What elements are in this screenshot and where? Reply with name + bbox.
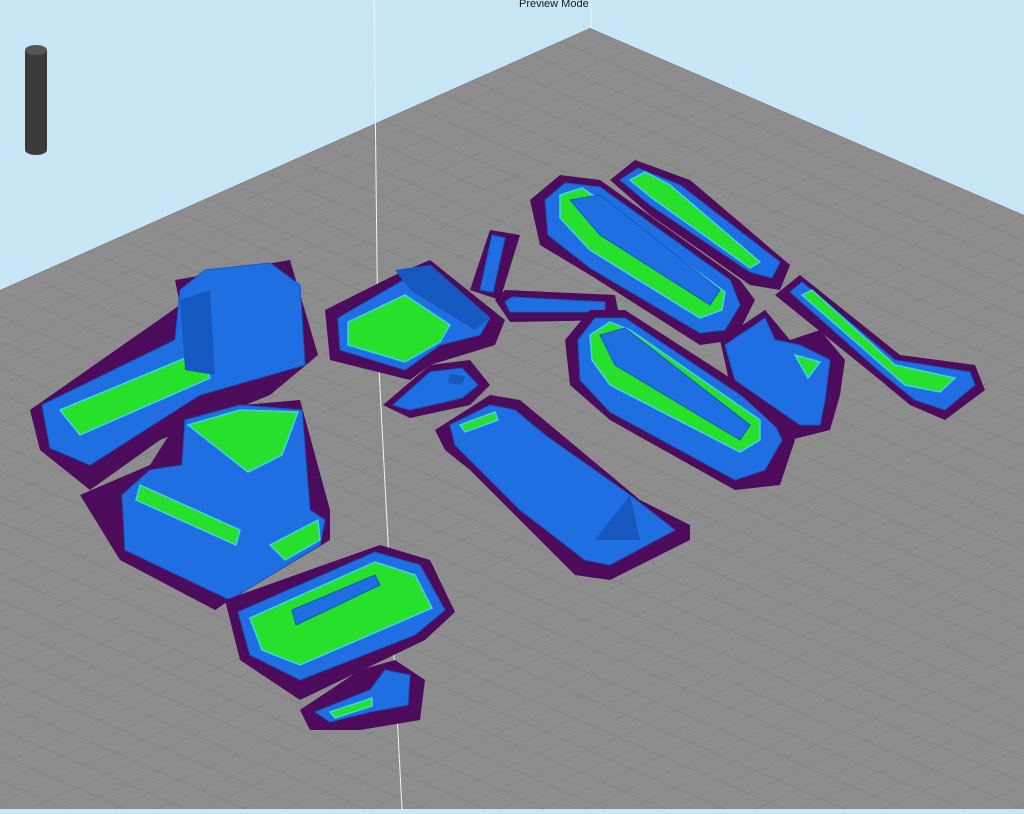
preview-mode-label: Preview Mode	[519, 0, 589, 10]
scene[interactable]	[0, 0, 1024, 810]
3d-preview-viewport[interactable]	[0, 0, 1024, 810]
cylinder-object[interactable]	[25, 45, 47, 155]
